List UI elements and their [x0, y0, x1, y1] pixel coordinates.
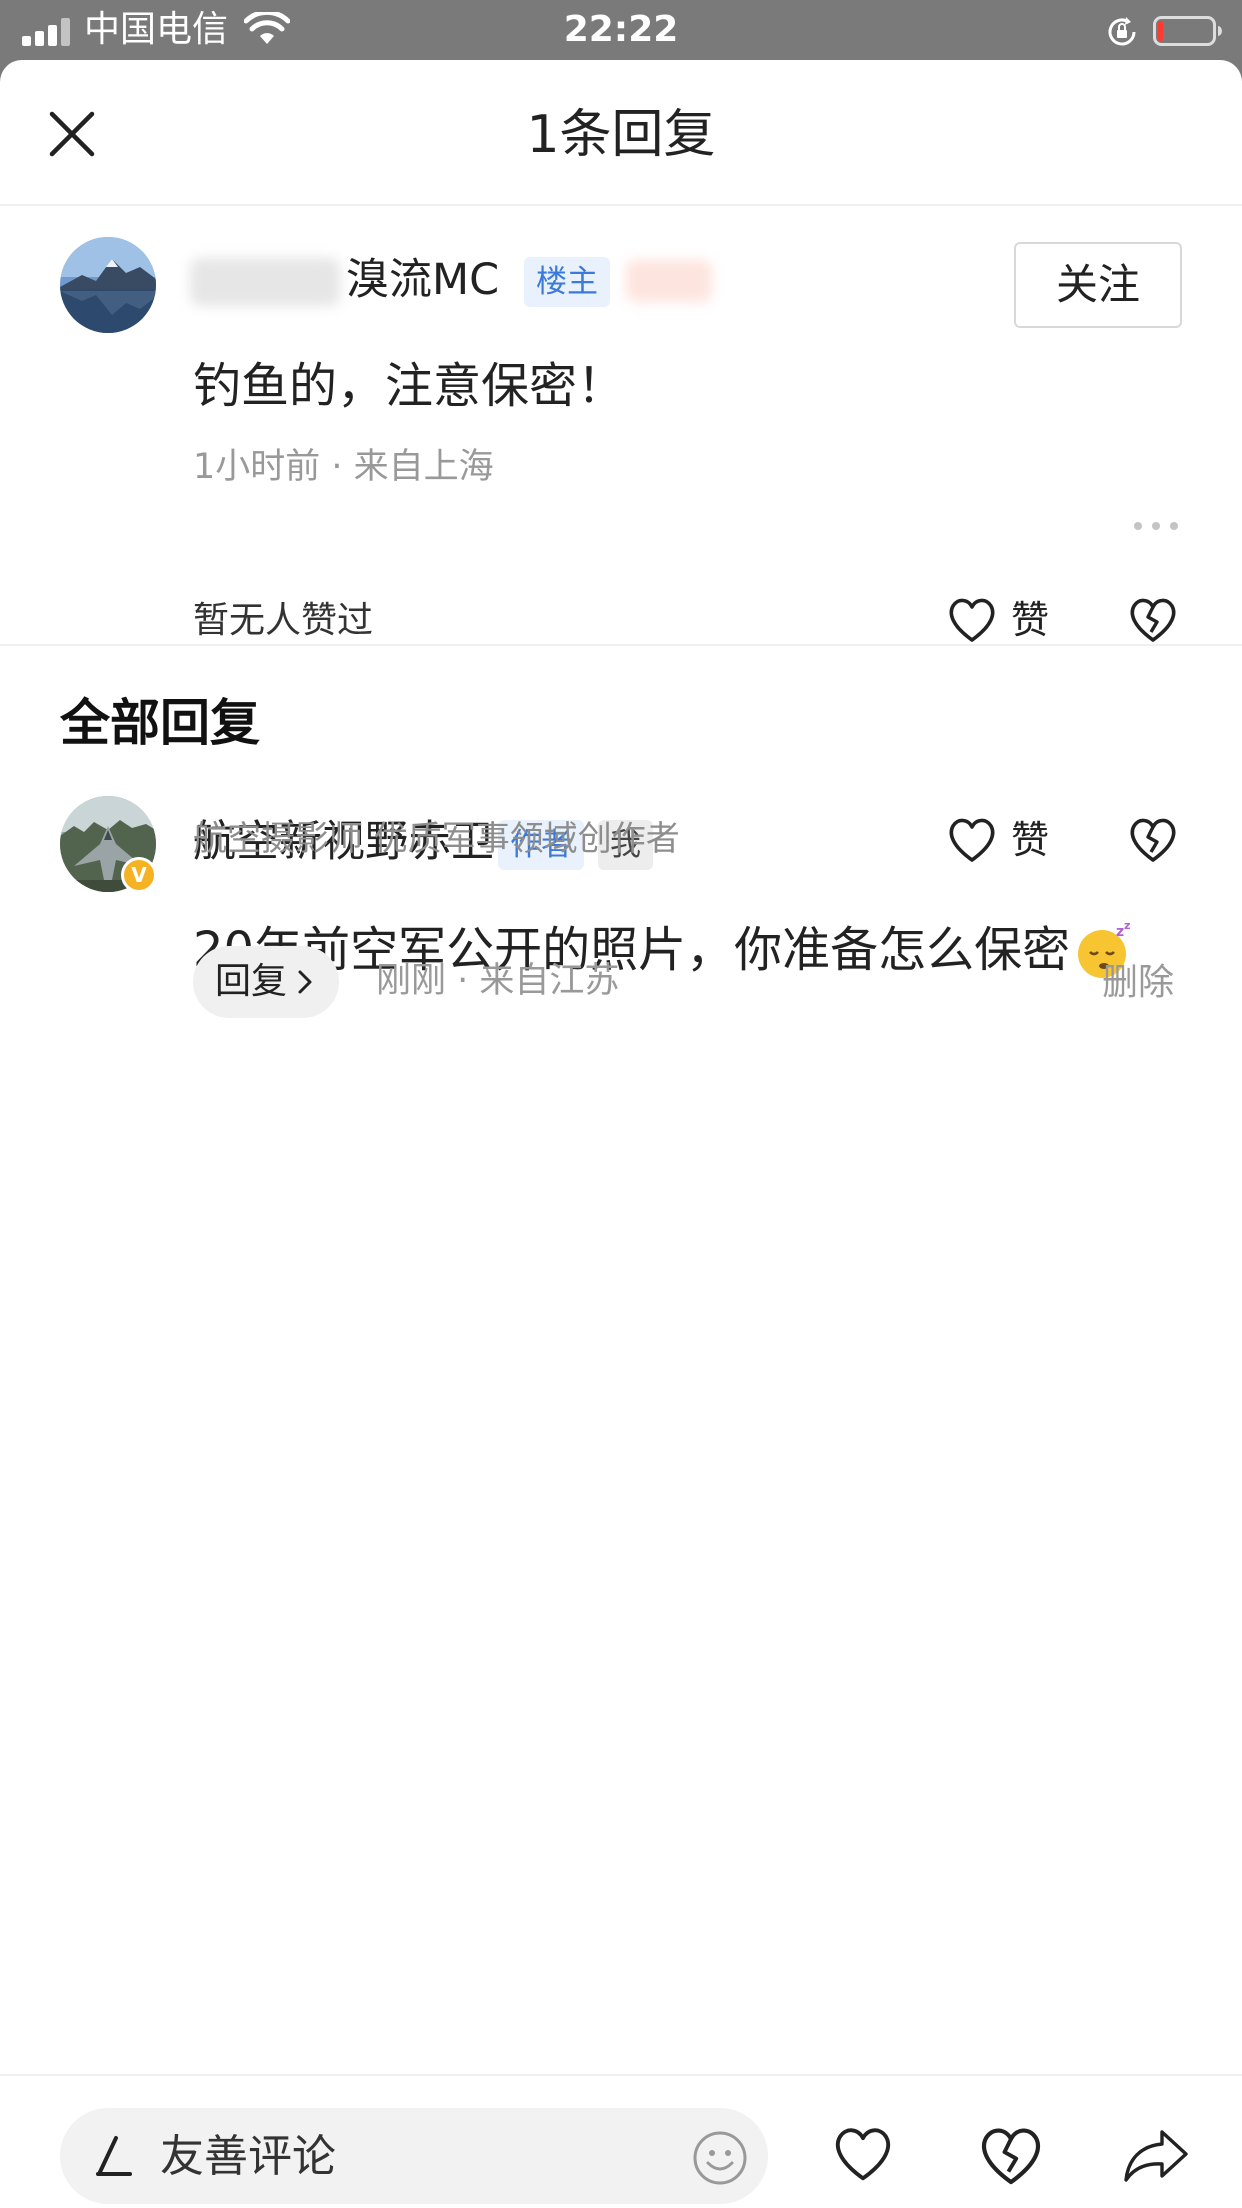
- reply-button[interactable]: 回复: [193, 946, 339, 1018]
- sheet-header: 1条回复: [0, 60, 1242, 206]
- page-title: 1条回复: [526, 105, 716, 165]
- like-button[interactable]: 赞: [947, 590, 1049, 650]
- status-bar: 中国电信 22:22: [0, 0, 1242, 60]
- heart-icon[interactable]: [832, 2126, 894, 2182]
- likes-summary: 暂无人赞过: [193, 600, 374, 641]
- clock: 22:22: [563, 9, 679, 50]
- heart-icon: [949, 818, 995, 862]
- username[interactable]: 溴流MC: [346, 252, 499, 308]
- chevron-right-icon: [298, 970, 312, 994]
- section-title: 全部回复: [60, 694, 260, 752]
- rotation-lock-icon: [1108, 17, 1136, 46]
- comment-text[interactable]: 钓鱼的，注意保密！: [193, 354, 625, 418]
- pen-icon: [96, 2136, 132, 2176]
- broken-heart-icon[interactable]: [1128, 817, 1178, 863]
- reply-meta: 刚刚 · 来自江苏: [376, 961, 620, 1001]
- battery-icon: [1153, 16, 1222, 46]
- blurred-username: [190, 258, 340, 306]
- like-label: 赞: [1011, 818, 1050, 862]
- delete-button[interactable]: 删除: [1102, 958, 1174, 1008]
- comment-input[interactable]: 友善评论: [60, 2108, 768, 2204]
- bottom-bar: 友善评论: [0, 2074, 1242, 2208]
- svg-text:z: z: [1116, 924, 1124, 940]
- reply-user-subtitle: 航空摄影师 优质军事领域创作者: [193, 819, 680, 859]
- more-icon[interactable]: [1132, 510, 1180, 542]
- heart-icon: [949, 598, 995, 642]
- avatar[interactable]: [60, 237, 156, 333]
- divider: [0, 644, 1242, 646]
- comment-placeholder: 友善评论: [160, 2131, 336, 2182]
- blurred-badge: [626, 260, 712, 302]
- like-label: 赞: [1011, 598, 1050, 642]
- op-tag: 楼主: [524, 257, 610, 307]
- emoji-icon[interactable]: [692, 2130, 748, 2186]
- comment-meta: 1小时前 · 来自上海: [193, 447, 494, 487]
- reply-label: 回复: [215, 961, 288, 1002]
- broken-heart-icon[interactable]: [976, 2126, 1046, 2186]
- follow-button[interactable]: 关注: [1014, 242, 1182, 328]
- share-icon[interactable]: [1122, 2126, 1192, 2186]
- broken-heart-icon[interactable]: [1128, 597, 1178, 643]
- svg-text:z: z: [1124, 920, 1130, 932]
- reply-sheet: 1条回复 溴流MC 楼主 关注 钓鱼的，注意保密！ 1小时前 · 来自上海 暂无…: [0, 60, 1242, 2208]
- verified-badge: V: [121, 857, 157, 893]
- reply-like-button[interactable]: 赞: [947, 810, 1049, 870]
